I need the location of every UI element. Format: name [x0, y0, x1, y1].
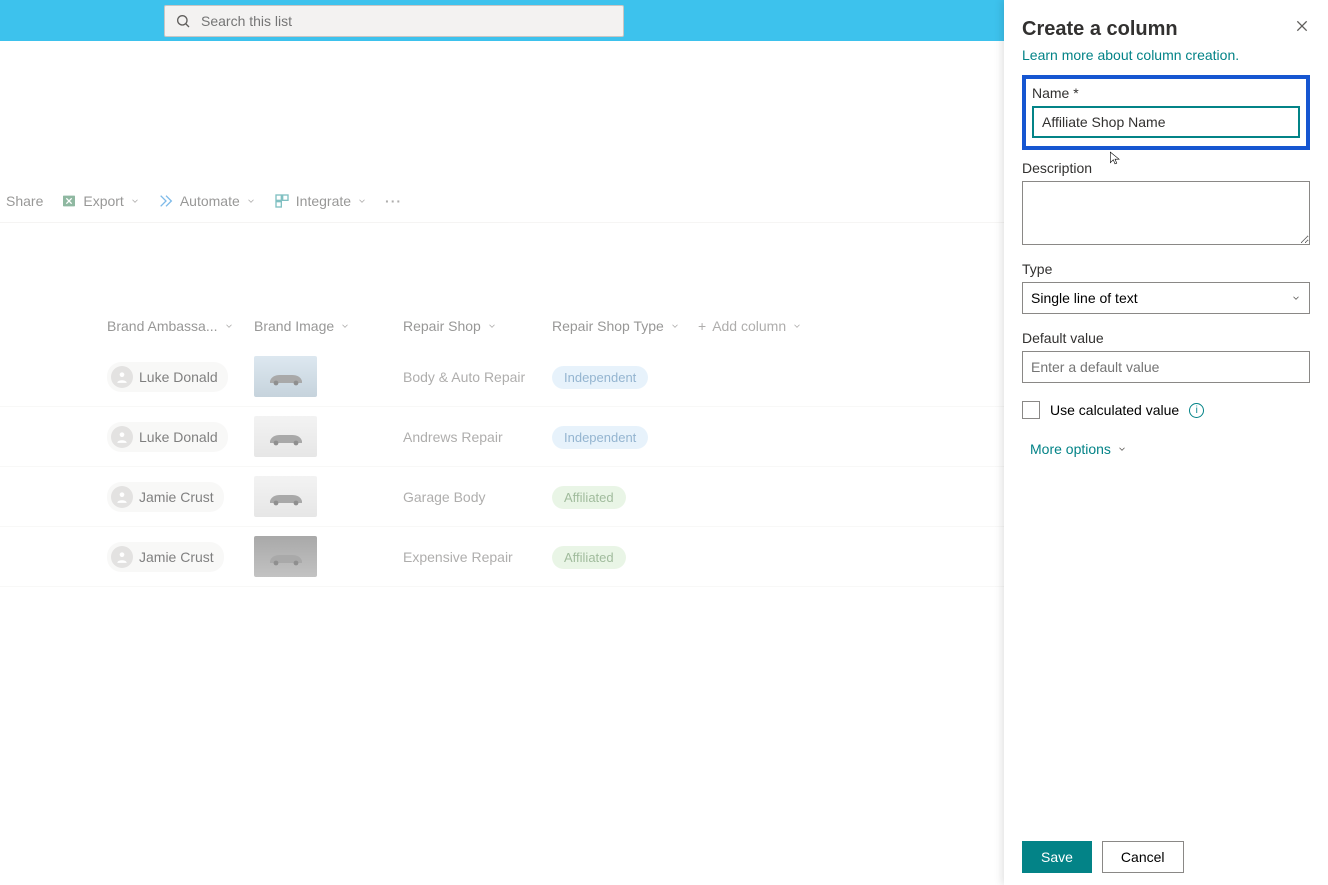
description-input[interactable] [1022, 181, 1310, 245]
automate-button[interactable]: Automate [158, 193, 256, 209]
type-dropdown[interactable]: Single line of text [1022, 282, 1310, 314]
flow-icon [158, 193, 174, 209]
column-label: Brand Ambassa... [107, 318, 218, 334]
panel-title: Create a column [1022, 18, 1178, 41]
more-options-toggle[interactable]: More options [1030, 441, 1310, 457]
user-chip[interactable]: Jamie Crust [107, 542, 224, 572]
user-name: Jamie Crust [139, 549, 214, 565]
save-button[interactable]: Save [1022, 841, 1092, 873]
chevron-down-icon [224, 321, 234, 331]
user-name: Luke Donald [139, 429, 218, 445]
name-label: Name * [1032, 85, 1300, 101]
user-name: Jamie Crust [139, 489, 214, 505]
shop-type-badge: Affiliated [552, 486, 626, 509]
integrate-icon [274, 193, 290, 209]
chevron-down-icon [1291, 293, 1301, 303]
avatar [111, 546, 133, 568]
column-label: Brand Image [254, 318, 334, 334]
close-icon[interactable] [1294, 18, 1310, 34]
column-header-repair-shop-type[interactable]: Repair Shop Type [552, 318, 698, 334]
brand-image-thumbnail[interactable] [254, 536, 317, 577]
cursor-icon [1108, 148, 1122, 168]
add-column-button[interactable]: + Add column [698, 318, 802, 334]
column-label: Repair Shop Type [552, 318, 664, 334]
column-name-input[interactable] [1032, 106, 1300, 138]
user-chip[interactable]: Luke Donald [107, 422, 228, 452]
chevron-down-icon [487, 321, 497, 331]
search-input[interactable] [201, 13, 613, 29]
default-value-input[interactable] [1022, 351, 1310, 383]
use-calculated-checkbox[interactable] [1022, 401, 1040, 419]
brand-image-thumbnail[interactable] [254, 416, 317, 457]
repair-shop-value: Andrews Repair [403, 429, 552, 445]
search-box[interactable] [164, 5, 624, 37]
repair-shop-value: Garage Body [403, 489, 552, 505]
shop-type-badge: Independent [552, 426, 648, 449]
plus-icon: + [698, 318, 706, 334]
chevron-down-icon [670, 321, 680, 331]
export-button[interactable]: Export [61, 193, 139, 209]
brand-image-thumbnail[interactable] [254, 476, 317, 517]
avatar [111, 366, 133, 388]
type-label: Type [1022, 261, 1310, 277]
add-column-label: Add column [712, 318, 786, 334]
chevron-down-icon [246, 196, 256, 206]
user-chip[interactable]: Luke Donald [107, 362, 228, 392]
repair-shop-value: Body & Auto Repair [403, 369, 552, 385]
learn-more-link[interactable]: Learn more about column creation. [1022, 47, 1310, 63]
column-label: Repair Shop [403, 318, 481, 334]
name-field-highlight: Name * [1022, 75, 1310, 150]
search-icon [175, 13, 191, 29]
type-value: Single line of text [1031, 290, 1138, 306]
excel-icon [61, 193, 77, 209]
chevron-down-icon [792, 321, 802, 331]
integrate-button[interactable]: Integrate [274, 193, 367, 209]
description-label: Description [1022, 160, 1310, 176]
default-value-label: Default value [1022, 330, 1310, 346]
panel-footer: Save Cancel [1022, 829, 1310, 873]
automate-label: Automate [180, 193, 240, 209]
chevron-down-icon [1117, 444, 1127, 454]
more-options-label: More options [1030, 441, 1111, 457]
user-name: Luke Donald [139, 369, 218, 385]
export-label: Export [83, 193, 123, 209]
create-column-panel: Create a column Learn more about column … [1004, 0, 1328, 885]
share-label: Share [6, 193, 43, 209]
chevron-down-icon [357, 196, 367, 206]
chevron-down-icon [130, 196, 140, 206]
info-icon[interactable]: i [1189, 403, 1204, 418]
repair-shop-value: Expensive Repair [403, 549, 552, 565]
column-header-image[interactable]: Brand Image [254, 318, 403, 334]
column-header-repair-shop[interactable]: Repair Shop [403, 318, 552, 334]
more-button[interactable]: ··· [385, 193, 402, 209]
shop-type-badge: Independent [552, 366, 648, 389]
cancel-button[interactable]: Cancel [1102, 841, 1184, 873]
use-calculated-label: Use calculated value [1050, 402, 1179, 418]
chevron-down-icon [340, 321, 350, 331]
avatar [111, 426, 133, 448]
avatar [111, 486, 133, 508]
column-header-ambassador[interactable]: Brand Ambassa... [107, 318, 254, 334]
brand-image-thumbnail[interactable] [254, 356, 317, 397]
integrate-label: Integrate [296, 193, 351, 209]
shop-type-badge: Affiliated [552, 546, 626, 569]
user-chip[interactable]: Jamie Crust [107, 482, 224, 512]
share-button[interactable]: Share [6, 193, 43, 209]
